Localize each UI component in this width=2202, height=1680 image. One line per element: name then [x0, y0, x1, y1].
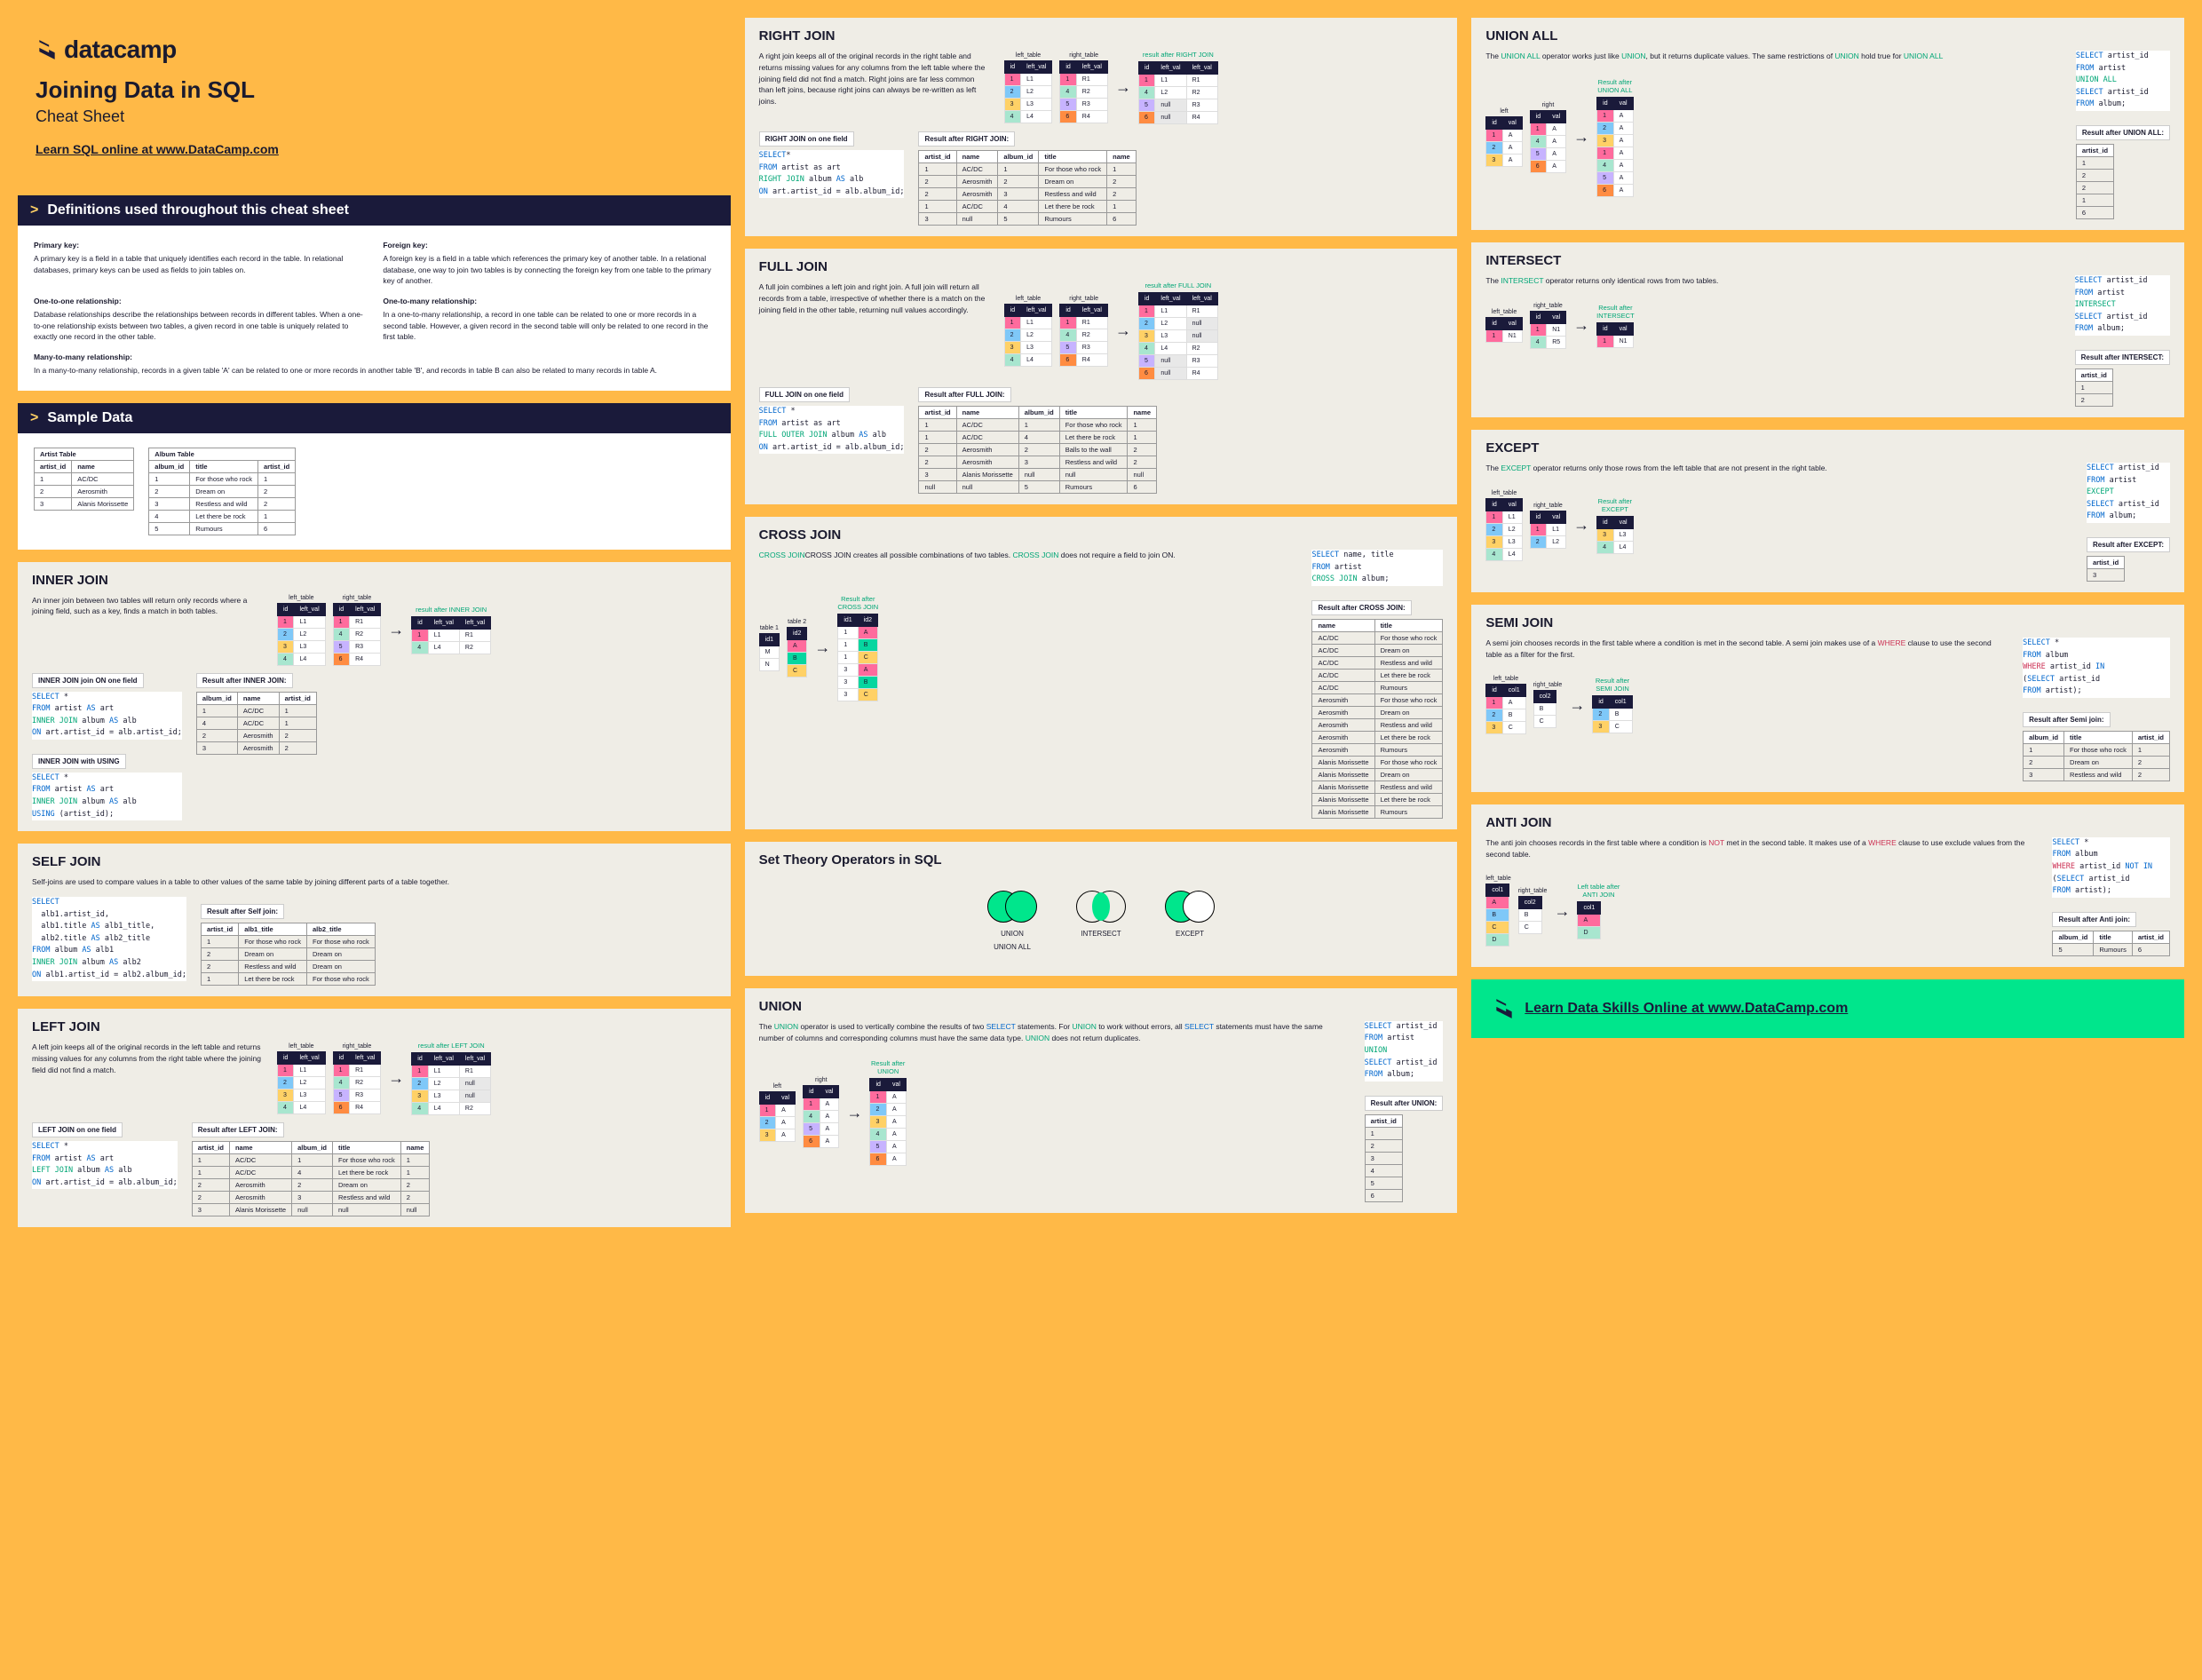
full-join-section: FULL JOIN A full join combines a left jo…: [745, 249, 1458, 504]
right-join-sql: SELECT* FROM artist as art RIGHT JOIN al…: [759, 150, 905, 198]
inner-join-section: INNER JOIN An inner join between two tab…: [18, 562, 731, 832]
intersect-sql: SELECT artist_id FROM artist INTERSECT S…: [2075, 275, 2170, 336]
union-all-section: UNION ALL The UNION ALL operator works j…: [1471, 18, 2184, 230]
self-join-section: SELF JOIN Self-joins are used to compare…: [18, 844, 731, 996]
sample-tables: Artist Table artist_idname 1AC/DC 2Aeros…: [18, 433, 731, 550]
header-box: datacamp Joining Data in SQL Cheat Sheet…: [18, 18, 731, 183]
arrow-icon: →: [846, 1104, 862, 1122]
cross-join-result: nametitle AC/DCFor those who rockAC/DCDr…: [1311, 619, 1443, 819]
datacamp-logo-icon: [36, 38, 59, 61]
arrow-icon: →: [814, 638, 830, 657]
arrow-icon: →: [1573, 128, 1589, 147]
union-section: UNION The UNION operator is used to vert…: [745, 988, 1458, 1213]
arrow-icon: →: [1569, 696, 1585, 715]
album-table: Album Table album_idtitleartist_id 1For …: [148, 448, 296, 535]
inner-join-sql-2: SELECT * FROM artist AS art INNER JOIN a…: [32, 773, 182, 820]
venn-except: EXCEPT: [1163, 889, 1216, 951]
left-join-result: artist_idnamealbum_idtitlename 1AC/DC1Fo…: [192, 1141, 431, 1216]
full-join-result: artist_idnamealbum_idtitlename 1AC/DC1Fo…: [918, 406, 1157, 494]
intersect-result: artist_id12: [2075, 368, 2113, 407]
left-join-sql: SELECT * FROM artist AS art LEFT JOIN al…: [32, 1141, 178, 1189]
footer-banner[interactable]: Learn Data Skills Online at www.DataCamp…: [1471, 979, 2184, 1038]
venn-intersect: INTERSECT: [1074, 889, 1128, 951]
right-join-result: artist_idnamealbum_idtitlename 1AC/DC1Fo…: [918, 150, 1136, 226]
inner-join-sql-1: SELECT * FROM artist AS art INNER JOIN a…: [32, 692, 182, 740]
anti-join-result: album_idtitleartist_id 5Rumours6: [2052, 931, 2170, 956]
def-many-to-many: Many-to-many relationship:In a many-to-m…: [34, 352, 715, 376]
def-one-to-many: One-to-many relationship:In a one-to-man…: [383, 296, 714, 343]
intersect-section: INTERSECT The INTERSECT operator returns…: [1471, 242, 2184, 417]
right-join-section: RIGHT JOIN A right join keeps all of the…: [745, 18, 1458, 236]
chevron-icon: >: [30, 202, 38, 218]
chevron-icon: >: [30, 410, 38, 426]
except-sql: SELECT artist_id FROM artist EXCEPT SELE…: [2087, 463, 2170, 523]
artist-table: Artist Table artist_idname 1AC/DC 2Aeros…: [34, 448, 134, 511]
footer-text: Learn Data Skills Online at www.DataCamp…: [1525, 1001, 1848, 1017]
datacamp-logo-icon: [1493, 997, 1516, 1020]
definitions-heading: > Definitions used throughout this cheat…: [18, 195, 731, 226]
anti-join-section: ANTI JOIN The anti join chooses records …: [1471, 804, 2184, 967]
def-foreign-key: Foreign key:A foreign key is a field in …: [383, 240, 714, 287]
arrow-icon: →: [1115, 78, 1131, 97]
anti-join-sql: SELECT * FROM album WHERE artist_id NOT …: [2052, 837, 2170, 898]
union-sql: SELECT artist_id FROM artist UNION SELEC…: [1365, 1021, 1444, 1082]
full-join-sql: SELECT * FROM artist as art FULL OUTER J…: [759, 406, 905, 454]
semi-join-sql: SELECT * FROM album WHERE artist_id IN (…: [2023, 638, 2170, 698]
union-all-sql: SELECT artist_id FROM artist UNION ALL S…: [2076, 51, 2170, 111]
except-result: artist_id3: [2087, 556, 2125, 582]
cross-join-sql: SELECT name, title FROM artist CROSS JOI…: [1311, 550, 1443, 586]
arrow-icon: →: [388, 1069, 404, 1088]
cross-join-section: CROSS JOIN CROSS JOINCROSS JOIN creates …: [745, 517, 1458, 829]
def-one-to-one: One-to-one relationship:Database relatio…: [34, 296, 365, 343]
semi-join-section: SEMI JOIN A semi join chooses records in…: [1471, 605, 2184, 792]
union-result: artist_id 123456: [1365, 1114, 1403, 1202]
page-title: Joining Data in SQL: [36, 76, 713, 104]
semi-join-result: album_idtitleartist_id 1For those who ro…: [2023, 731, 2170, 781]
self-join-result: artist_idalb1_titlealb2_title 1For those…: [201, 923, 376, 986]
arrow-icon: →: [1573, 516, 1589, 535]
learn-link[interactable]: Learn SQL online at www.DataCamp.com: [36, 142, 713, 156]
arrow-icon: →: [1115, 321, 1131, 340]
def-primary-key: Primary key:A primary key is a field in …: [34, 240, 365, 287]
brand-text: datacamp: [64, 36, 177, 64]
inner-join-result: album_idnameartist_id 1AC/DC1 4AC/DC1 2A…: [196, 692, 317, 755]
arrow-icon: →: [1554, 902, 1570, 921]
except-section: EXCEPT The EXCEPT operator returns only …: [1471, 430, 2184, 592]
arrow-icon: →: [388, 621, 404, 639]
self-join-sql: SELECT alb1.artist_id, alb1.title AS alb…: [32, 897, 186, 981]
set-theory-section: Set Theory Operators in SQL UNIONUNION A…: [745, 842, 1458, 976]
left-join-section: LEFT JOIN A left join keeps all of the o…: [18, 1009, 731, 1227]
union-all-result: artist_id 12216: [2076, 144, 2114, 219]
arrow-icon: →: [1573, 316, 1589, 335]
venn-union: UNIONUNION ALL: [986, 889, 1039, 951]
logo: datacamp: [36, 36, 713, 64]
page-subtitle: Cheat Sheet: [36, 107, 713, 126]
sample-data-heading: > Sample Data: [18, 403, 731, 433]
